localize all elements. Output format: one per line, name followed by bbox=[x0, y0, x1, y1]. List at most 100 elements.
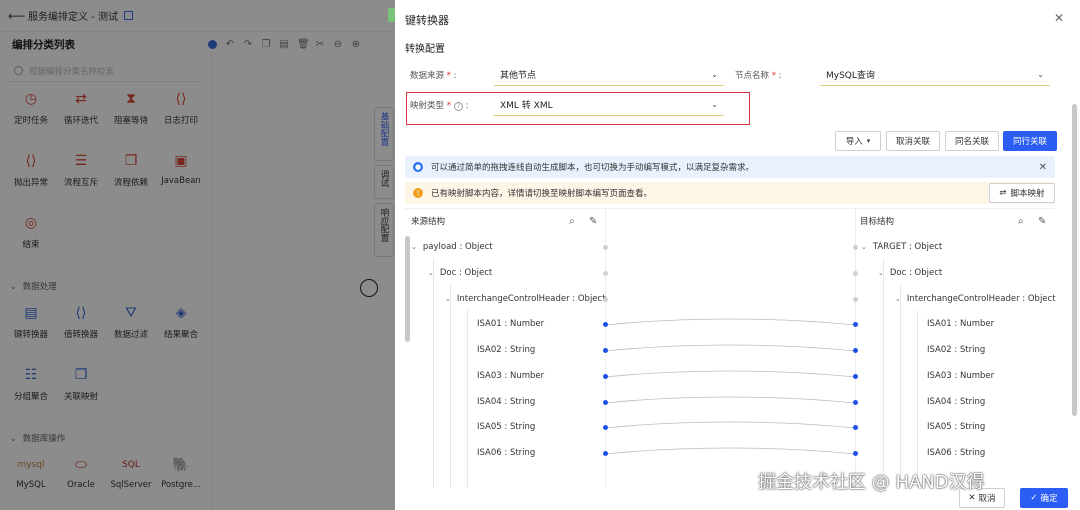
anchor-point[interactable] bbox=[853, 348, 858, 353]
source-tree-node[interactable]: ISA05 : String bbox=[477, 414, 535, 440]
anchor-point[interactable] bbox=[603, 322, 608, 327]
node-label: Doc : Object bbox=[439, 268, 493, 278]
button-label: 取消关联 bbox=[895, 137, 930, 147]
search-icon[interactable]: ⌕ bbox=[1018, 216, 1024, 227]
section-title: 转换配置 bbox=[405, 44, 445, 55]
target-tree-node[interactable]: ISA04 : String bbox=[927, 389, 985, 415]
anchor-point[interactable] bbox=[853, 425, 858, 430]
anchor-point[interactable] bbox=[603, 245, 608, 250]
warning-alert: ! 已有映射脚本内容，详情请切换至映射脚本编写页面查看。 bbox=[405, 182, 1055, 204]
target-tree-node[interactable]: ⌄ TARGET : Object bbox=[861, 234, 942, 260]
node-label: ISA06 : String bbox=[927, 448, 986, 458]
chevron-down-icon: ⌄ bbox=[861, 243, 867, 251]
button-label: 同行关联 bbox=[1012, 137, 1047, 147]
help-icon[interactable]: ? bbox=[453, 102, 463, 111]
node-label: ISA01 : Number bbox=[927, 319, 995, 329]
target-tree-node[interactable]: ISA02 : String bbox=[927, 337, 985, 363]
link-line[interactable] bbox=[605, 370, 855, 378]
same-row-link-button[interactable]: 同行关联 bbox=[1003, 131, 1057, 151]
anchor-point[interactable] bbox=[603, 271, 608, 276]
node-select[interactable]: MySQL查询 ⌄ bbox=[820, 64, 1050, 86]
button-label: 同名关联 bbox=[954, 137, 989, 147]
anchor-point[interactable] bbox=[603, 348, 608, 353]
anchor-point[interactable] bbox=[603, 425, 608, 430]
node-label: ISA06 : String bbox=[477, 448, 536, 458]
script-mapping-button[interactable]: ⇌ 脚本映射 bbox=[989, 183, 1055, 203]
source-tree-node[interactable]: ISA04 : String bbox=[477, 389, 535, 415]
close-icon: ✕ bbox=[968, 493, 976, 503]
anchor-point[interactable] bbox=[603, 400, 608, 405]
column-title: 目标结构 bbox=[860, 217, 895, 227]
node-label: ISA05 : String bbox=[927, 422, 986, 432]
button-label: 脚本映射 bbox=[1010, 189, 1045, 199]
button-label: 导入 bbox=[845, 137, 863, 147]
target-tree-node[interactable]: ⌄ Doc : Object bbox=[878, 260, 942, 286]
anchor-point[interactable] bbox=[853, 297, 858, 302]
node-label: ISA04 : String bbox=[477, 397, 536, 407]
node-label: ISA03 : Number bbox=[927, 371, 995, 381]
modal-mask[interactable] bbox=[0, 0, 395, 510]
link-line[interactable] bbox=[605, 318, 855, 326]
source-tree-node[interactable]: ⌄ Doc : Object bbox=[428, 260, 492, 286]
target-tree-node[interactable]: ⌄ InterchangeControlHeader : Object bbox=[895, 286, 1056, 312]
anchor-point[interactable] bbox=[853, 322, 858, 327]
anchor-point[interactable] bbox=[853, 245, 858, 250]
anchor-point[interactable] bbox=[853, 451, 858, 456]
source-select[interactable]: 其他节点 ⌄ bbox=[494, 64, 724, 86]
target-tree-node[interactable]: ISA01 : Number bbox=[927, 311, 994, 337]
anchor-point[interactable] bbox=[603, 451, 608, 456]
target-tree-node[interactable]: ISA03 : Number bbox=[927, 363, 994, 389]
source-scrollbar[interactable] bbox=[405, 236, 410, 342]
caret-down-icon: ▾ bbox=[866, 137, 871, 145]
anchor-point[interactable] bbox=[853, 271, 858, 276]
anchor-point[interactable] bbox=[853, 400, 858, 405]
source-structure-header: 来源结构 ⌕ ✎ bbox=[411, 210, 607, 232]
anchor-point[interactable] bbox=[603, 374, 608, 379]
anchor-point[interactable] bbox=[603, 297, 608, 302]
chevron-down-icon: ⌄ bbox=[878, 269, 884, 277]
anchor-point[interactable] bbox=[853, 374, 858, 379]
label-text: 映射类型 bbox=[410, 101, 445, 111]
edit-icon[interactable]: ✎ bbox=[1038, 216, 1046, 227]
chevron-down-icon: ⌄ bbox=[711, 70, 718, 79]
source-tree-node[interactable]: ISA02 : String bbox=[477, 337, 535, 363]
chevron-down-icon: ⌄ bbox=[895, 295, 901, 303]
target-tree-node[interactable]: ISA05 : String bbox=[927, 414, 985, 440]
link-line[interactable] bbox=[605, 447, 855, 455]
tree-guide bbox=[467, 310, 468, 488]
node-label: TARGET : Object bbox=[872, 242, 943, 252]
same-name-link-button[interactable]: 同名关联 bbox=[945, 131, 999, 151]
link-line[interactable] bbox=[605, 344, 855, 352]
chevron-down-icon: ⌄ bbox=[411, 243, 417, 251]
cancel-link-button[interactable]: 取消关联 bbox=[886, 131, 940, 151]
tree-guide bbox=[900, 284, 901, 488]
import-button[interactable]: 导入 ▾ bbox=[835, 131, 881, 151]
search-icon[interactable]: ⌕ bbox=[569, 216, 575, 227]
node-label: ISA04 : String bbox=[927, 397, 986, 407]
watermark: 掘金技术社区 @ HAND汉得 bbox=[758, 472, 985, 493]
source-tree-node[interactable]: ISA03 : Number bbox=[477, 363, 544, 389]
source-tree-node[interactable]: ⌄ InterchangeControlHeader : Object bbox=[445, 286, 606, 312]
alert-text: 已有映射脚本内容，详情请切换至映射脚本编写页面查看。 bbox=[431, 189, 653, 199]
info-alert: ● 可以通过简单的拖拽连线自动生成脚本，也可切换为手动编写模式，以满足复杂需求。… bbox=[405, 156, 1055, 178]
swap-icon: ⇌ bbox=[999, 188, 1007, 198]
node-label: InterchangeControlHeader : Object bbox=[456, 294, 606, 304]
tree-guide bbox=[450, 284, 451, 488]
source-tree-node[interactable]: ISA06 : String bbox=[477, 440, 535, 466]
source-tree-node[interactable]: ⌄ payload : Object bbox=[411, 234, 493, 260]
edit-icon[interactable]: ✎ bbox=[589, 216, 597, 227]
mapping-field-label: 映射类型 *? : bbox=[410, 101, 469, 111]
link-line[interactable] bbox=[605, 421, 855, 429]
close-icon[interactable]: ✕ bbox=[1039, 162, 1047, 173]
link-line[interactable] bbox=[605, 396, 855, 404]
chevron-down-icon: ⌄ bbox=[445, 295, 451, 303]
source-tree-node[interactable]: ISA01 : Number bbox=[477, 311, 544, 337]
mapping-type-select[interactable]: XML 转 XML ⌄ bbox=[494, 94, 724, 116]
drawer-scrollbar[interactable] bbox=[1072, 104, 1077, 416]
target-tree-node[interactable]: ISA06 : String bbox=[927, 440, 985, 466]
select-value: XML 转 XML bbox=[500, 101, 553, 111]
source-field-label: 数据来源 * : bbox=[410, 71, 457, 81]
confirm-button[interactable]: ✓ 确定 bbox=[1020, 488, 1068, 508]
select-value: 其他节点 bbox=[500, 71, 537, 81]
close-icon[interactable]: ✕ bbox=[1054, 11, 1064, 25]
